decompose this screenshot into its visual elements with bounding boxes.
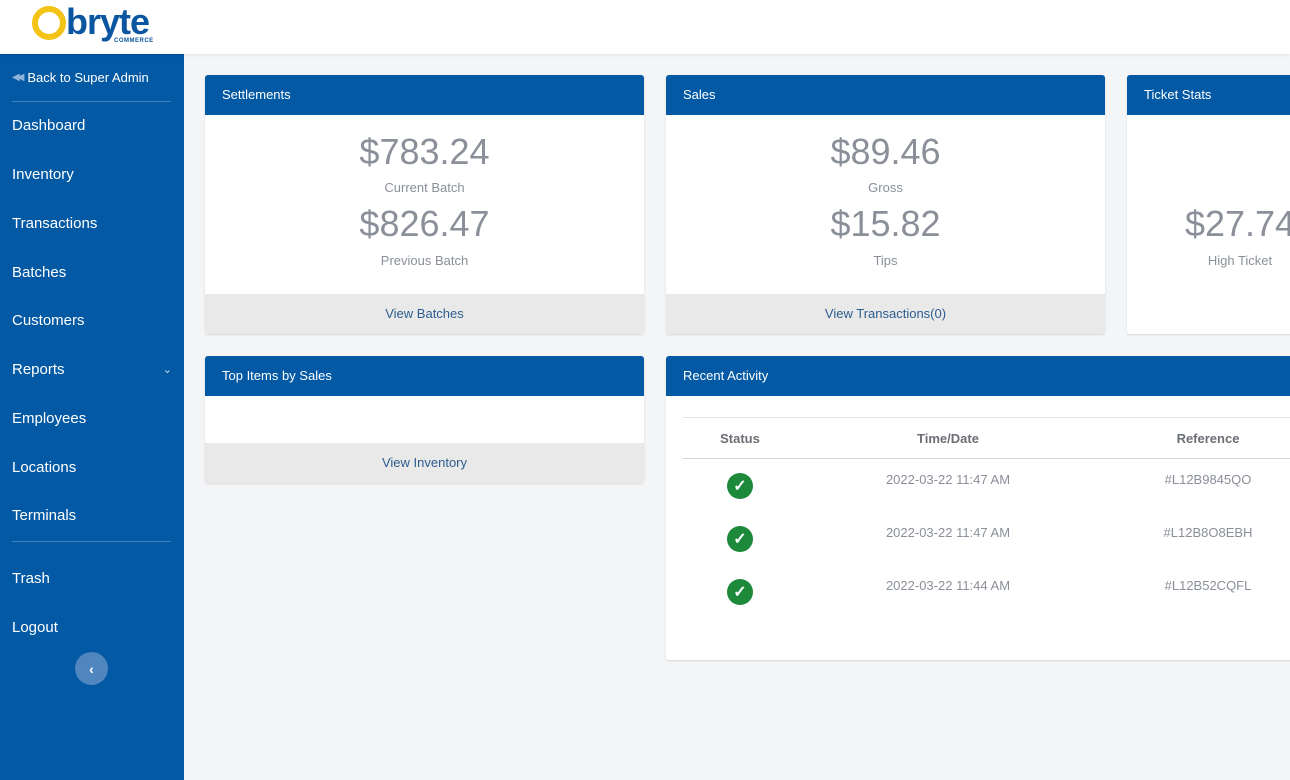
back-to-super-admin-link[interactable]: ◀◀ Back to Super Admin <box>12 70 149 85</box>
high-ticket-label: High Ticket <box>1207 253 1273 268</box>
chevron-down-icon: ⌄ <box>162 364 172 376</box>
sidebar-item-label: Locations <box>12 459 77 476</box>
sidebar-item-reports[interactable]: Reports ⌄ <box>12 361 172 378</box>
row-time: 2022-03-22 11:47 AM <box>885 472 1011 487</box>
top-bar: bryte COMMERCE <box>0 0 1290 54</box>
sidebar-item-terminals[interactable]: Terminals <box>12 507 172 524</box>
logo-wordmark: bryte <box>66 1 150 42</box>
ticket-stats-card-title: Ticket Stats <box>1127 75 1290 115</box>
sidebar-item-label: Customers <box>12 312 85 329</box>
sidebar-item-employees[interactable]: Employees <box>12 410 172 427</box>
sidebar-item-dashboard[interactable]: Dashboard <box>12 117 172 134</box>
view-batches-link[interactable]: View Batches <box>205 294 644 334</box>
collapse-sidebar-button[interactable]: ‹ <box>75 652 108 685</box>
success-check-icon: ✓ <box>727 473 753 499</box>
top-items-card-title: Top Items by Sales <box>205 356 644 396</box>
tips-value: $15.82 <box>830 203 941 244</box>
logo-subtitle: COMMERCE <box>114 38 154 44</box>
sidebar-item-transactions[interactable]: Transactions <box>12 215 172 232</box>
settlements-card: Settlements $783.24 Current Batch $826.4… <box>205 75 644 334</box>
row-reference: #L12B8O8EBH <box>1163 525 1253 540</box>
sidebar-item-label: Logout <box>12 619 58 636</box>
recent-activity-card-title: Recent Activity <box>666 356 1290 396</box>
row-time: 2022-03-22 11:44 AM <box>885 578 1011 593</box>
gross-value: $89.46 <box>830 131 941 172</box>
recent-activity-card: Recent Activity Status Time/Date Referen… <box>666 356 1290 660</box>
sidebar: ◀◀ Back to Super Admin Dashboard Invento… <box>0 54 184 780</box>
sidebar-item-customers[interactable]: Customers <box>12 312 172 329</box>
table-top-border <box>683 417 1290 418</box>
success-check-icon: ✓ <box>727 526 753 552</box>
gross-label: Gross <box>868 180 903 195</box>
sidebar-item-label: Inventory <box>12 166 74 183</box>
sidebar-item-batches[interactable]: Batches <box>12 264 172 281</box>
sidebar-item-label: Reports <box>12 361 65 378</box>
previous-batch-value: $826.47 <box>359 203 490 244</box>
sidebar-item-inventory[interactable]: Inventory <box>12 166 172 183</box>
chevron-left-icon: ‹ <box>89 660 94 677</box>
sidebar-item-label: Batches <box>12 264 67 281</box>
row-reference: #L12B52CQFL <box>1164 578 1252 593</box>
settlements-card-title: Settlements <box>205 75 644 115</box>
current-batch-value: $783.24 <box>359 131 490 172</box>
sidebar-item-label: Terminals <box>12 507 77 524</box>
column-header-time-date: Time/Date <box>917 431 979 446</box>
sales-card-title: Sales <box>666 75 1105 115</box>
table-header-border <box>683 458 1290 459</box>
sidebar-item-label: Dashboard <box>12 117 86 134</box>
sidebar-item-trash[interactable]: Trash <box>12 570 172 587</box>
sidebar-divider <box>12 101 171 102</box>
back-link-label: Back to Super Admin <box>27 70 149 85</box>
success-check-icon: ✓ <box>727 579 753 605</box>
top-items-card: Top Items by Sales View Inventory <box>205 356 644 483</box>
sidebar-item-label: Transactions <box>12 215 98 232</box>
sidebar-divider <box>12 541 171 542</box>
brand-logo[interactable]: bryte COMMERCE <box>32 1 154 46</box>
ticket-stats-card: Ticket Stats $27.74 High Ticket <box>1127 75 1290 334</box>
row-time: 2022-03-22 11:47 AM <box>885 525 1011 540</box>
logo-ring-icon <box>32 6 66 40</box>
sidebar-item-label: Employees <box>12 410 87 427</box>
sidebar-item-label: Trash <box>12 570 50 587</box>
row-reference: #L12B9845QO <box>1164 472 1252 487</box>
column-header-reference: Reference <box>1176 431 1240 446</box>
view-transactions-link[interactable]: View Transactions(0) <box>666 294 1105 334</box>
sidebar-item-logout[interactable]: Logout <box>12 619 172 636</box>
sales-card: Sales $89.46 Gross $15.82 Tips View Tran… <box>666 75 1105 334</box>
sidebar-item-locations[interactable]: Locations <box>12 459 172 476</box>
high-ticket-value: $27.74 <box>1184 203 1290 244</box>
double-chevron-left-icon: ◀◀ <box>12 72 25 83</box>
column-header-status: Status <box>720 431 760 446</box>
tips-label: Tips <box>873 253 898 268</box>
previous-batch-label: Previous Batch <box>380 253 469 268</box>
current-batch-label: Current Batch <box>384 180 465 195</box>
view-inventory-link[interactable]: View Inventory <box>205 443 644 483</box>
